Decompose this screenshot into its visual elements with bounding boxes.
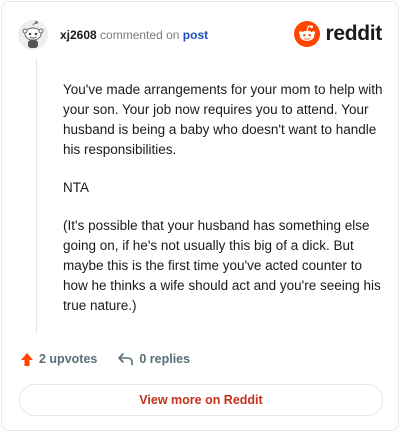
user-avatar[interactable] (18, 20, 48, 50)
reply-button[interactable]: 0 replies (117, 352, 190, 366)
upvote-arrow-icon (21, 352, 33, 366)
author-name[interactable]: xj2608 (60, 28, 97, 42)
upvote-count: 2 upvotes (39, 352, 98, 366)
thread-line (36, 58, 37, 334)
comment-header: xj2608 commented on post reddit (18, 18, 382, 52)
comment-body: You've made arrangements for your mom to… (63, 80, 383, 334)
reddit-wordmark: reddit (325, 22, 382, 45)
comment-paragraph: NTA (63, 180, 89, 195)
reply-arrow-icon (118, 353, 134, 366)
commented-on-text: commented on (100, 28, 180, 42)
reply-count: 0 replies (139, 352, 191, 366)
comment-paragraph: You've made arrangements for your mom to… (63, 82, 383, 157)
reddit-logo[interactable]: reddit (294, 21, 382, 47)
comment-actions: 2 upvotes 0 replies (20, 348, 190, 370)
comment-embed-card: xj2608 commented on post reddit You've m… (1, 1, 399, 431)
comment-meta: xj2608 commented on post (60, 28, 208, 42)
post-link[interactable]: post (183, 28, 208, 42)
upvote-button[interactable]: 2 upvotes (20, 352, 97, 367)
reddit-snoo-icon (294, 21, 321, 47)
view-more-button[interactable]: View more on Reddit (19, 384, 383, 416)
snoo-avatar-icon (18, 20, 48, 50)
comment-paragraph: (It's possible that your husband has som… (63, 218, 381, 313)
